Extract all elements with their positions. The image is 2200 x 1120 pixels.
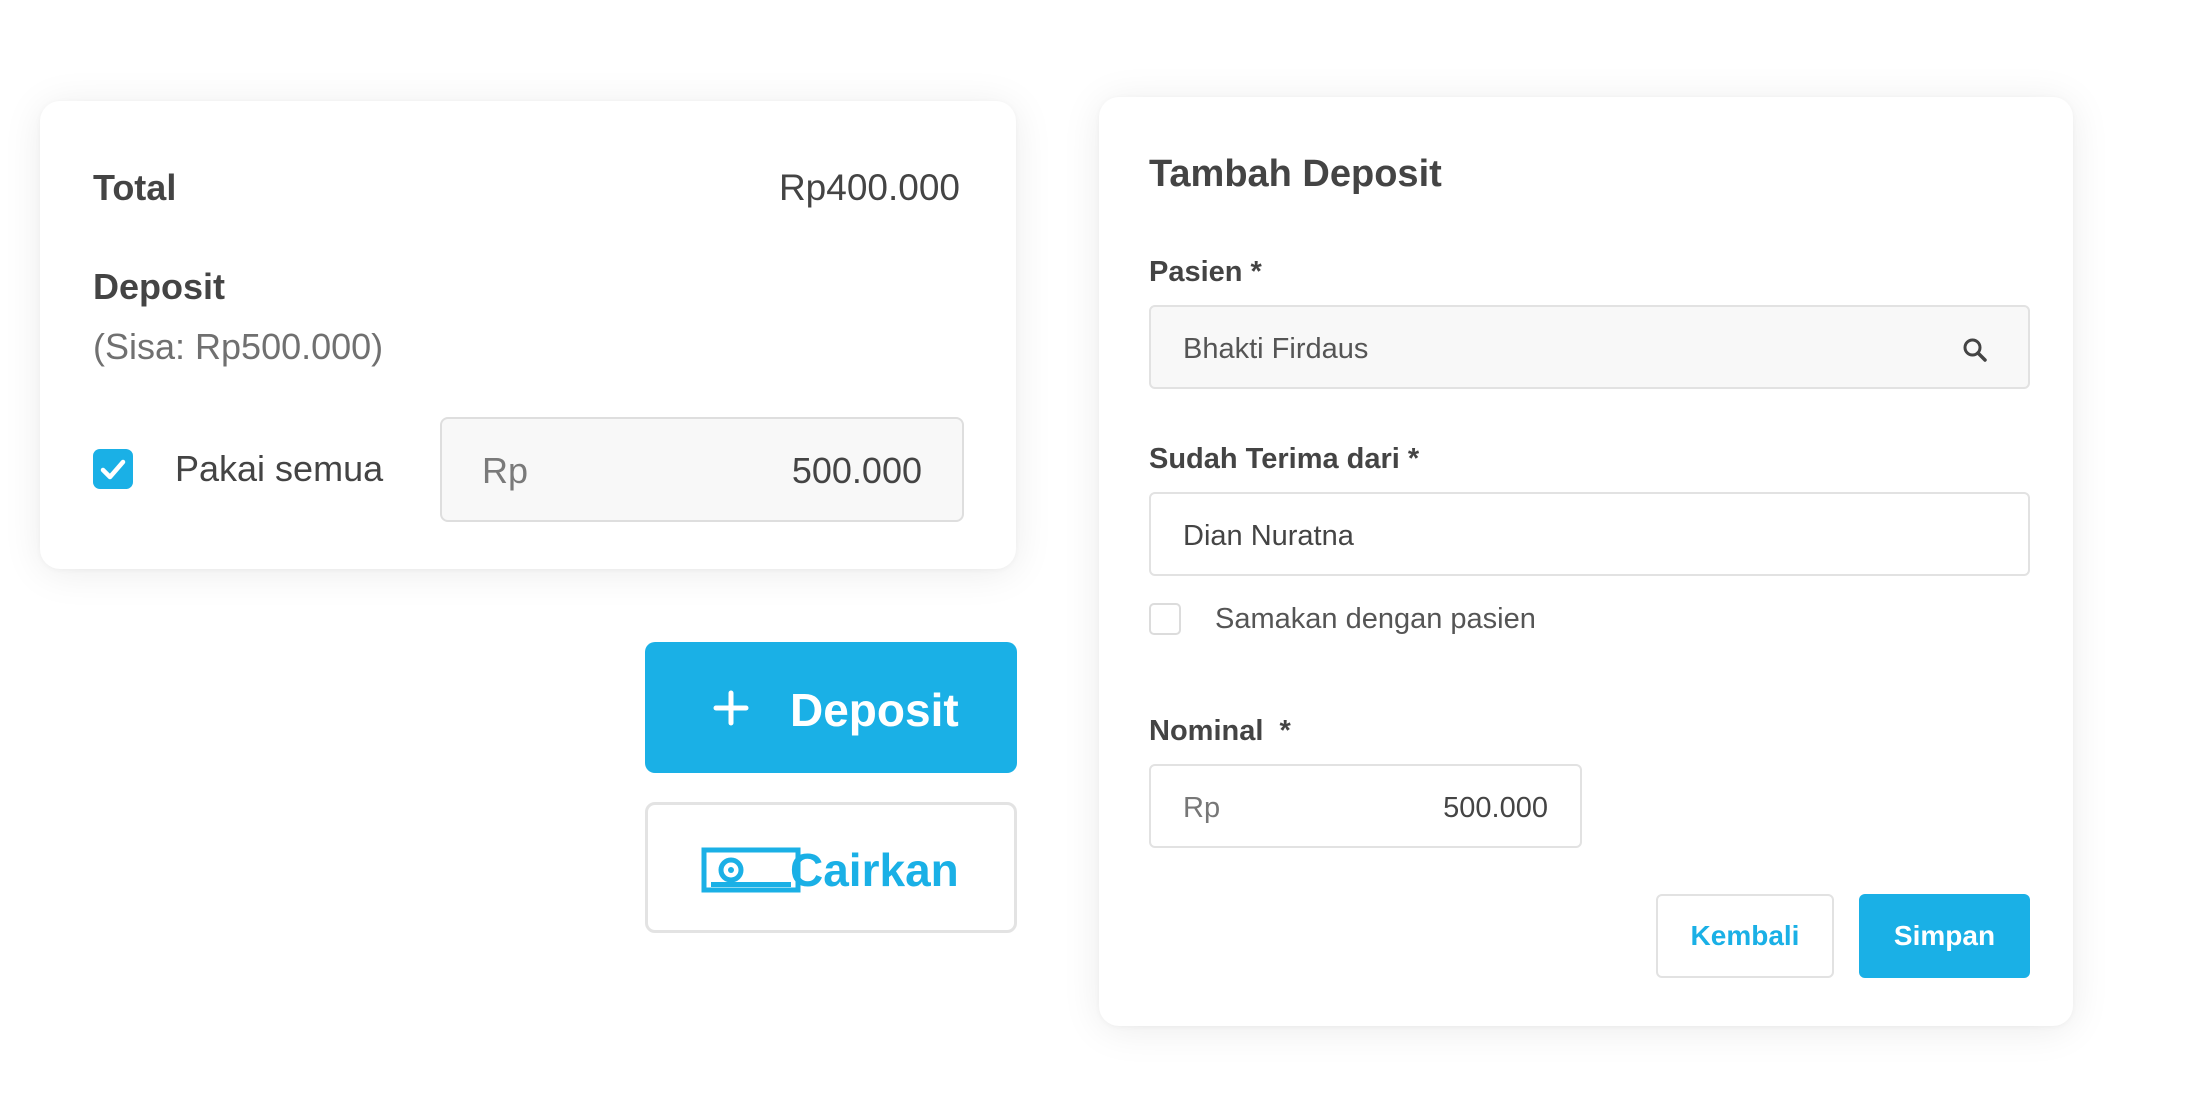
payment-summary-card: Total Rp400.000 Deposit (Sisa: Rp500.000… bbox=[40, 101, 1016, 569]
withdraw-label: Cairkan bbox=[790, 844, 959, 896]
patient-label: Pasien * bbox=[1149, 256, 1262, 288]
use-all-label[interactable]: Pakai semua bbox=[175, 451, 383, 487]
banknote-icon bbox=[701, 847, 801, 893]
add-deposit-label: Deposit bbox=[790, 684, 959, 736]
deposit-amount-input[interactable]: Rp 500.000 bbox=[440, 417, 964, 522]
withdraw-button[interactable]: Cairkan bbox=[645, 802, 1017, 933]
back-button[interactable]: Kembali bbox=[1656, 894, 1834, 978]
form-title: Tambah Deposit bbox=[1149, 153, 1442, 195]
total-value: Rp400.000 bbox=[778, 167, 960, 208]
amount-value: 500.000 bbox=[791, 450, 922, 491]
received-from-input[interactable]: Dian Nuratna bbox=[1149, 492, 2030, 576]
received-from-label: Sudah Terima dari * bbox=[1149, 443, 1420, 475]
patient-value: Bhakti Firdaus bbox=[1183, 333, 1369, 365]
total-label: Total bbox=[93, 167, 177, 208]
same-as-patient-label[interactable]: Samakan dengan pasien bbox=[1215, 605, 1536, 634]
add-deposit-form: Tambah Deposit Pasien * Bhakti Firdaus S… bbox=[1099, 97, 2073, 1026]
add-deposit-button[interactable]: Deposit bbox=[645, 642, 1017, 773]
patient-search-input[interactable]: Bhakti Firdaus bbox=[1149, 305, 2030, 389]
plus-icon bbox=[713, 690, 749, 726]
nominal-currency: Rp bbox=[1183, 792, 1221, 824]
deposit-remaining: (Sisa: Rp500.000) bbox=[93, 326, 384, 367]
nominal-value: 500.000 bbox=[1443, 792, 1548, 824]
nominal-input[interactable]: Rp 500.000 bbox=[1149, 764, 1582, 848]
same-as-patient-checkbox[interactable] bbox=[1149, 603, 1181, 635]
save-button[interactable]: Simpan bbox=[1859, 894, 2030, 978]
check-icon bbox=[100, 459, 126, 480]
nominal-label: Nominal * bbox=[1149, 715, 1291, 747]
received-from-value: Dian Nuratna bbox=[1183, 520, 1354, 552]
currency-prefix: Rp bbox=[482, 450, 529, 491]
use-all-checkbox[interactable] bbox=[93, 449, 133, 489]
search-icon[interactable] bbox=[1962, 337, 1988, 363]
deposit-label: Deposit bbox=[93, 266, 226, 307]
